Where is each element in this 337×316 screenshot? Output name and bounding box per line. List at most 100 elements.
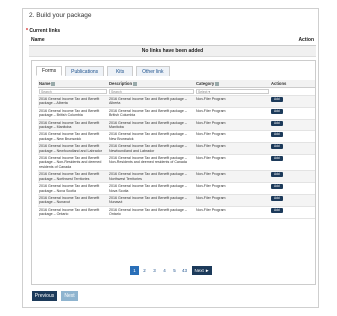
cell-actions: Add <box>270 95 315 108</box>
header-name-label: Name <box>39 81 51 86</box>
header-actions-label: Actions <box>271 81 287 86</box>
table-row: 2016 General Income Tax and Benefit pack… <box>38 119 315 132</box>
cell-actions: Add <box>270 170 315 184</box>
table-header-row: Name Description Category Actions <box>38 80 315 88</box>
previous-button[interactable]: Previous <box>32 291 57 301</box>
chevron-down-icon: ▾ <box>208 90 211 94</box>
description-search-input[interactable]: Search <box>109 89 194 94</box>
table-row: 2016 General Income Tax and Benefit pack… <box>38 107 315 120</box>
cell-category: Non-Filer Program <box>195 142 270 156</box>
table-row: 2016 General Income Tax and Benefit pack… <box>38 154 315 172</box>
header-actions: Actions <box>270 80 315 88</box>
add-button[interactable]: Add <box>271 172 283 178</box>
sort-icon[interactable] <box>133 81 138 86</box>
add-button[interactable]: Add <box>271 144 283 150</box>
cell-description: 2016 General Income Tax and Benefit pack… <box>108 107 195 120</box>
cell-description: 2016 General Income Tax and Benefit pack… <box>108 130 195 144</box>
cell-category: Non-Filer Program <box>195 107 270 120</box>
header-description[interactable]: Description <box>108 80 195 88</box>
cell-actions: Add <box>270 182 315 195</box>
current-links-heading: * Current links <box>26 28 60 34</box>
cell-category: Non-Filer Program <box>195 119 270 132</box>
next-page-button[interactable]: Next ► <box>192 266 212 275</box>
header-description-label: Description <box>109 81 133 86</box>
cell-name: 2016 General Income Tax and Benefit pack… <box>38 107 108 120</box>
cell-actions: Add <box>270 142 315 156</box>
header-name[interactable]: Name <box>38 80 108 88</box>
cell-description: 2016 General Income Tax and Benefit pack… <box>108 194 195 207</box>
catalog-tabs: Forms Publications Kits Other link <box>36 66 173 76</box>
cell-name: 2016 General Income Tax and Benefit pack… <box>38 170 108 184</box>
page-2[interactable]: 2 <box>140 266 149 275</box>
page-43[interactable]: 43 <box>180 266 189 275</box>
page-3[interactable]: 3 <box>150 266 159 275</box>
add-button[interactable]: Add <box>271 120 283 126</box>
cell-category: Non-Filer Program <box>195 154 270 172</box>
table-row: 2016 General Income Tax and Benefit pack… <box>38 206 315 219</box>
cell-description: 2016 General Income Tax and Benefit pack… <box>108 182 195 195</box>
add-button[interactable]: Add <box>271 156 283 162</box>
cell-category: Non-Filer Program <box>195 194 270 207</box>
cell-description: 2016 General Income Tax and Benefit pack… <box>108 170 195 184</box>
header-category[interactable]: Category <box>195 80 270 88</box>
cell-name: 2016 General Income Tax and Benefit pack… <box>38 130 108 144</box>
add-button[interactable]: Add <box>271 195 283 201</box>
cell-actions: Add <box>270 194 315 207</box>
add-button[interactable]: Add <box>271 132 283 138</box>
cell-name: 2016 General Income Tax and Benefit pack… <box>38 142 108 156</box>
next-page-label: Next <box>194 268 204 273</box>
column-action: Action <box>298 37 314 43</box>
filter-row: Search Search Select ▾ <box>38 87 315 96</box>
sort-icon[interactable] <box>51 81 56 86</box>
page-1[interactable]: 1 <box>130 266 139 275</box>
page-4[interactable]: 4 <box>160 266 169 275</box>
cell-actions: Add <box>270 154 315 172</box>
cell-description: 2016 General Income Tax and Benefit pack… <box>108 142 195 156</box>
tab-other-link[interactable]: Other link <box>136 66 170 76</box>
sort-icon[interactable] <box>215 81 220 86</box>
current-links-table: Name Action No links have been added <box>29 35 316 57</box>
cell-actions: Add <box>270 107 315 120</box>
table-row: 2016 General Income Tax and Benefit pack… <box>38 95 315 108</box>
cell-description: 2016 General Income Tax and Benefit pack… <box>108 119 195 132</box>
tab-forms[interactable]: Forms <box>36 66 63 76</box>
column-name: Name <box>31 37 45 43</box>
table-row: 2016 General Income Tax and Benefit pack… <box>38 130 315 144</box>
table-row: 2016 General Income Tax and Benefit pack… <box>38 194 315 207</box>
cell-category: Non-Filer Program <box>195 170 270 184</box>
cell-actions: Add <box>270 130 315 144</box>
next-button[interactable]: Next <box>61 291 78 301</box>
cell-category: Non-Filer Program <box>195 95 270 108</box>
section-title: 2. Build your package <box>29 12 92 19</box>
cell-category: Non-Filer Program <box>195 206 270 219</box>
forms-table: Name Description Category Actions Search… <box>38 80 315 219</box>
current-links-header: Name Action <box>29 35 316 46</box>
name-search-input[interactable]: Search <box>39 89 107 94</box>
add-button[interactable]: Add <box>271 108 283 114</box>
cell-name: 2016 General Income Tax and Benefit pack… <box>38 154 108 172</box>
table-row: 2016 General Income Tax and Benefit pack… <box>38 142 315 156</box>
category-select[interactable]: Select ▾ <box>196 89 269 94</box>
cell-name: 2016 General Income Tax and Benefit pack… <box>38 119 108 132</box>
cell-description: 2016 General Income Tax and Benefit pack… <box>108 154 195 172</box>
page-5[interactable]: 5 <box>170 266 179 275</box>
add-button[interactable]: Add <box>271 97 283 102</box>
add-button[interactable]: Add <box>271 207 283 213</box>
cell-category: Non-Filer Program <box>195 182 270 195</box>
cell-description: 2016 General Income Tax and Benefit pack… <box>108 206 195 219</box>
tab-publications[interactable]: Publications <box>65 66 105 76</box>
table-row: 2016 General Income Tax and Benefit pack… <box>38 182 315 195</box>
tab-kits[interactable]: Kits <box>107 66 134 76</box>
required-marker: * <box>26 28 28 34</box>
cell-actions: Add <box>270 206 315 219</box>
pagination: 1 2 3 4 5 43 Next ► <box>130 266 213 275</box>
cell-name: 2016 General Income Tax and Benefit pack… <box>38 206 108 219</box>
add-button[interactable]: Add <box>271 184 283 190</box>
category-select-value: Select <box>198 90 208 94</box>
header-category-label: Category <box>196 81 215 86</box>
cell-name: 2016 General Income Tax and Benefit pack… <box>38 194 108 207</box>
cell-name: 2016 General Income Tax and Benefit pack… <box>38 95 108 108</box>
arrow-right-icon: ► <box>205 268 210 273</box>
empty-links-message: No links have been added <box>29 46 316 57</box>
cell-name: 2016 General Income Tax and Benefit pack… <box>38 182 108 195</box>
